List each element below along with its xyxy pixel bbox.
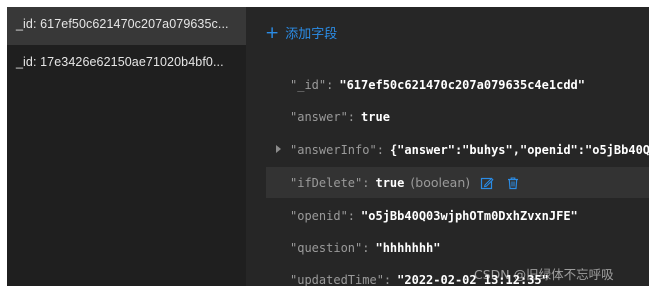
- database-viewer: _id: 617ef50c621470c207a079635c... _id: …: [7, 7, 649, 286]
- field-key: "ifDelete": [290, 175, 363, 190]
- document-list-item[interactable]: _id: 617ef50c621470c207a079635c...: [7, 7, 246, 45]
- edit-icon[interactable]: [480, 176, 494, 190]
- field-key: "answer": [290, 109, 348, 124]
- delete-icon[interactable]: [506, 176, 520, 190]
- field-editor: + 添加字段 "_id": "617ef50c621470c207a079635…: [246, 7, 649, 286]
- field-row-id[interactable]: "_id": "617ef50c621470c207a079635c4e1cdd…: [266, 69, 649, 100]
- add-field-button[interactable]: + 添加字段: [265, 23, 337, 42]
- add-field-label: 添加字段: [285, 27, 338, 42]
- field-key: "openid": [290, 208, 348, 223]
- plus-icon: +: [265, 22, 280, 43]
- field-value[interactable]: "o5jBb40Q03wjphOTm0DxhZvxnJFE": [361, 209, 578, 223]
- field-value[interactable]: "hhhhhhh": [375, 241, 440, 255]
- field-value[interactable]: true: [361, 110, 390, 124]
- document-list-item[interactable]: _id: 17e3426e62150ae71020b4bf0...: [7, 45, 246, 83]
- field-row-question[interactable]: "question": "hhhhhhh": [266, 232, 649, 263]
- field-row-answerinfo[interactable]: "answerInfo": {"answer":"buhys","openid"…: [266, 134, 649, 165]
- field-row-openid[interactable]: "openid": "o5jBb40Q03wjphOTm0DxhZvxnJFE": [266, 200, 649, 231]
- document-list: _id: 617ef50c621470c207a079635c... _id: …: [7, 7, 246, 286]
- field-value[interactable]: {"answer":"buhys","openid":"o5jBb40Q03wj…: [390, 143, 649, 157]
- expand-arrow-icon[interactable]: [276, 145, 281, 153]
- watermark: CSDN @旧绿体不忘呼吸: [474, 267, 614, 282]
- type-hint: (boolean): [410, 175, 471, 190]
- field-key: "_id": [290, 77, 327, 92]
- field-key: "answerInfo": [290, 142, 377, 157]
- field-row-ifdelete[interactable]: "ifDelete": true (boolean): [266, 167, 649, 198]
- field-value[interactable]: true: [375, 176, 404, 190]
- field-key: "updatedTime": [290, 272, 384, 287]
- field-value[interactable]: "617ef50c621470c207a079635c4e1cdd": [339, 78, 585, 92]
- field-row-answer[interactable]: "answer": true: [266, 101, 649, 132]
- field-key: "question": [290, 240, 363, 255]
